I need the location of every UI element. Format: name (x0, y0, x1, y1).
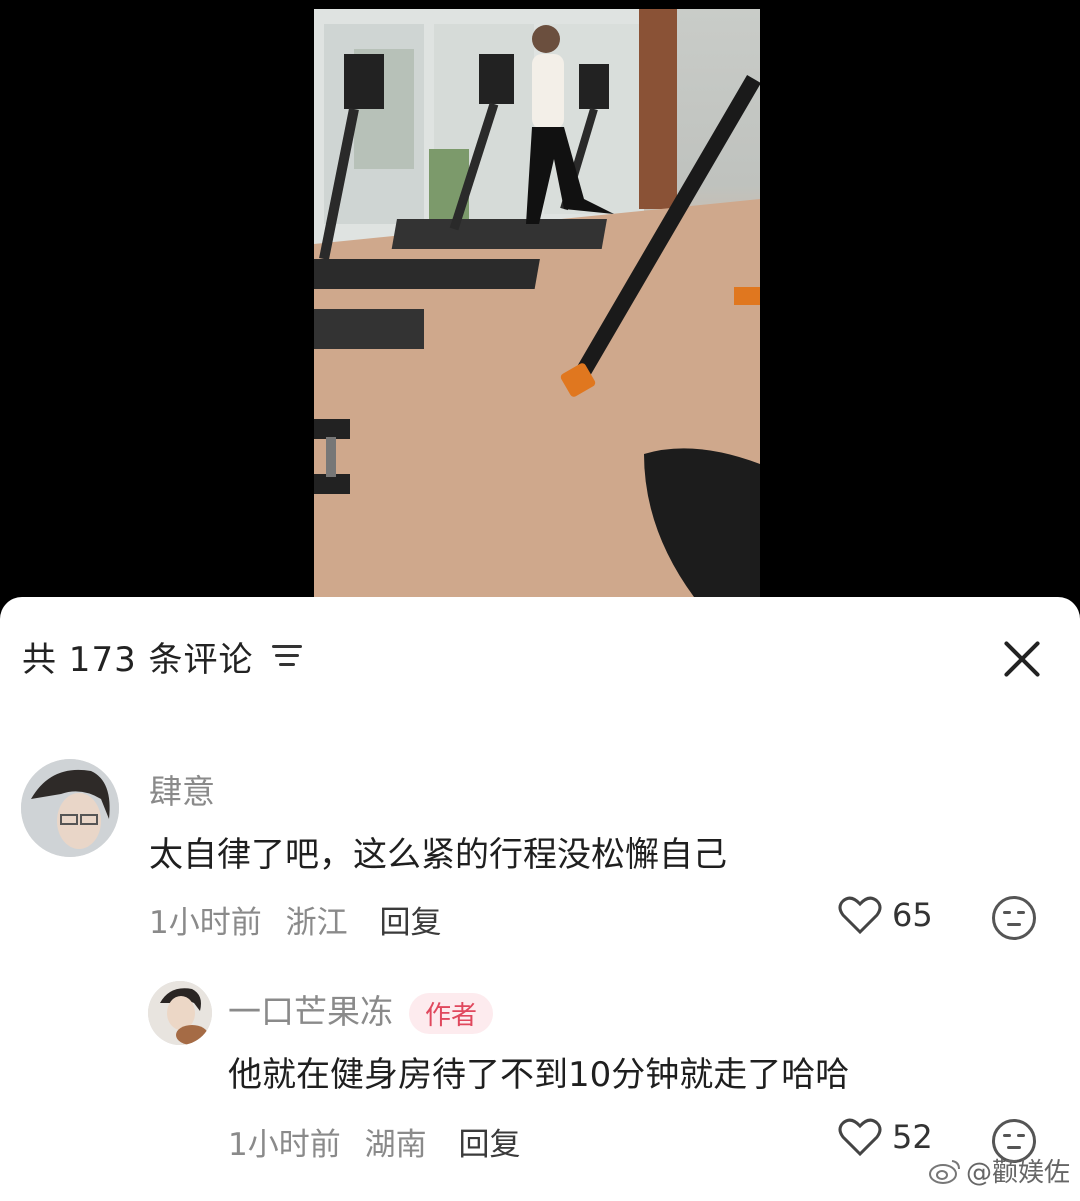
reply-time: 1小时前 (228, 1127, 341, 1163)
author-badge: 作者 (409, 993, 494, 1034)
reply-meta: 1小时前 湖南 回复 (228, 1119, 520, 1164)
like-button[interactable]: 65 (838, 895, 933, 935)
comment-location: 浙江 (285, 905, 348, 941)
comment-count-title: 共 173 条评论 (22, 639, 254, 680)
like-count: 52 (892, 1118, 933, 1156)
comment-meta: 1小时前 浙江 回复 (149, 897, 441, 942)
gym-scene-image (314, 9, 760, 597)
reply-button[interactable]: 回复 (379, 905, 441, 941)
heart-icon (838, 1118, 882, 1157)
comments-header: 共 173 条评论 (22, 631, 304, 681)
comment-time: 1小时前 (149, 905, 262, 941)
dislike-icon[interactable] (992, 896, 1036, 940)
reply-text: 他就在健身房待了不到10分钟就走了哈哈 (228, 1055, 850, 1095)
reply-button[interactable]: 回复 (458, 1127, 520, 1163)
video-frame (314, 9, 760, 597)
comment-text: 太自律了吧，这么紧的行程没松懈自己 (149, 835, 727, 875)
avatar[interactable] (21, 759, 119, 857)
avatar[interactable] (148, 981, 212, 1045)
comment-username[interactable]: 肆意 (149, 765, 215, 813)
reply-location: 湖南 (364, 1127, 427, 1163)
reply-username[interactable]: 一口芒果冻 (228, 992, 393, 1031)
sort-icon[interactable] (271, 643, 304, 669)
like-button[interactable]: 52 (838, 1117, 933, 1157)
like-count: 65 (892, 896, 933, 934)
watermark-text: @颧媄佐 (965, 1158, 1070, 1188)
heart-icon (838, 896, 882, 935)
close-icon[interactable] (1002, 639, 1042, 679)
watermark: @颧媄佐 (928, 1152, 1070, 1189)
reply-username-row: 一口芒果冻 作者 (228, 985, 494, 1034)
video-player[interactable] (0, 0, 1080, 600)
comments-panel: 共 173 条评论 肆意 太自律了吧，这么紧的行程没松懈自己 1小时前 浙江 回… (0, 597, 1080, 1201)
weibo-logo-icon (928, 1159, 960, 1184)
